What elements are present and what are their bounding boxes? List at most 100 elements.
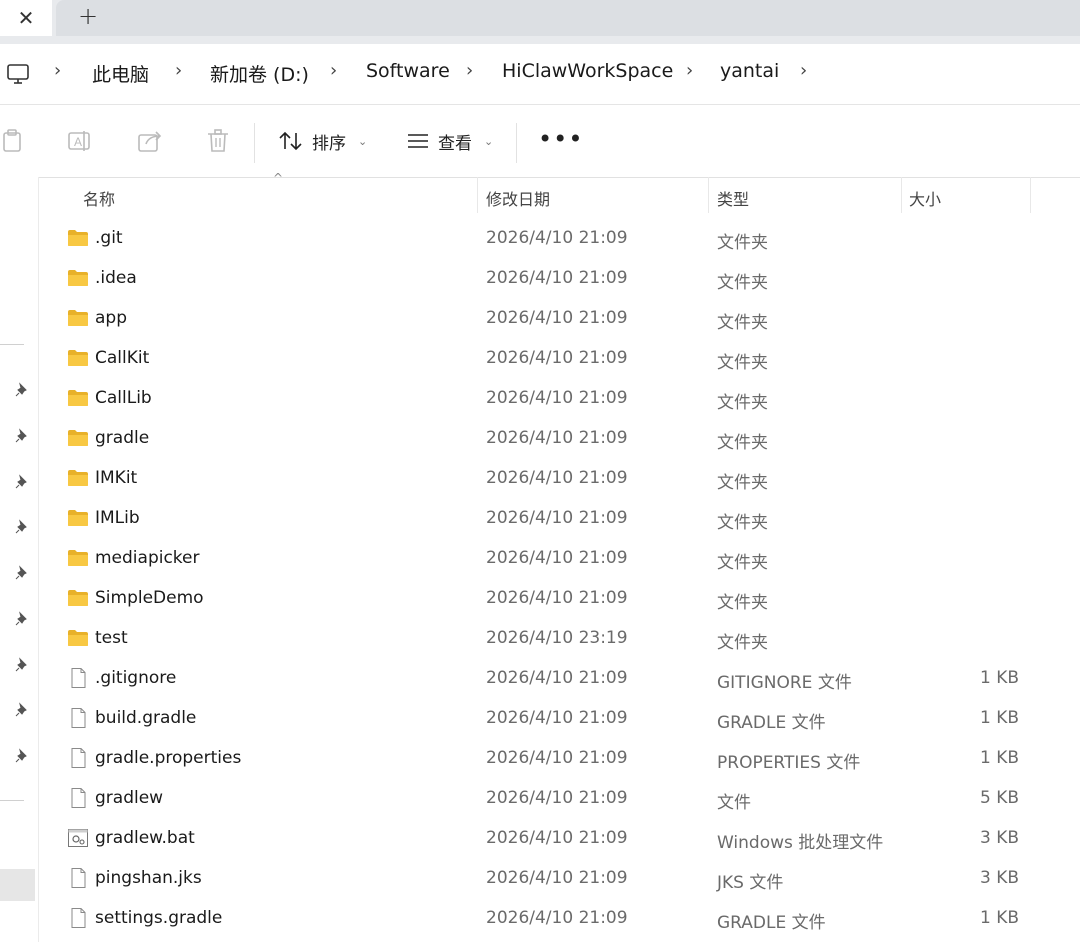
chevron-down-icon: ⌄ xyxy=(358,134,368,148)
navigation-pane xyxy=(0,177,39,942)
breadcrumb-chevron-icon[interactable]: › xyxy=(800,60,807,81)
file-name: app xyxy=(95,308,127,328)
pin-icon[interactable] xyxy=(14,748,30,764)
pin-icon[interactable] xyxy=(14,382,30,398)
breadcrumb-hiclawworkspace[interactable]: HiClawWorkSpace xyxy=(502,60,673,82)
toolbar-divider xyxy=(254,123,255,163)
more-options-button[interactable]: ••• xyxy=(538,125,583,153)
file-type: Windows 批处理文件 xyxy=(717,833,884,853)
close-tab-button[interactable]: ✕ xyxy=(0,0,52,36)
file-row[interactable]: .git 2026/4/10 21:09 文件夹 xyxy=(39,218,1080,258)
column-divider[interactable] xyxy=(901,177,902,213)
file-row[interactable]: IMLib 2026/4/10 21:09 文件夹 xyxy=(39,498,1080,538)
file-type: GRADLE 文件 xyxy=(717,913,826,933)
column-header-date[interactable]: 修改日期 xyxy=(486,186,550,210)
file-name: pingshan.jks xyxy=(95,868,202,888)
folder-icon xyxy=(68,350,88,366)
file-row[interactable]: CallLib 2026/4/10 21:09 文件夹 xyxy=(39,378,1080,418)
file-size: 1 KB xyxy=(979,748,1019,768)
file-row[interactable]: settings.gradle 2026/4/10 21:09 GRADLE 文件 1… xyxy=(39,898,1080,938)
file-name: build.gradle xyxy=(95,708,197,728)
file-modified-date: 2026/4/10 21:09 xyxy=(486,868,628,888)
folder-icon xyxy=(68,470,88,486)
file-row[interactable]: build.gradle 2026/4/10 21:09 GRADLE 文件 1 KB xyxy=(39,698,1080,738)
column-divider[interactable] xyxy=(477,177,478,213)
sort-button[interactable]: 排序 ⌄ xyxy=(278,127,367,155)
pin-icon[interactable] xyxy=(14,702,30,718)
computer-icon[interactable] xyxy=(6,62,30,86)
file-row[interactable]: CallKit 2026/4/10 21:09 文件夹 xyxy=(39,338,1080,378)
file-row[interactable]: app 2026/4/10 21:09 文件夹 xyxy=(39,298,1080,338)
share-icon[interactable] xyxy=(136,127,164,155)
breadcrumb-drive-d[interactable]: 新加卷 (D:) xyxy=(210,60,309,87)
pin-icon[interactable] xyxy=(14,474,30,490)
breadcrumb-this-pc[interactable]: 此电脑 xyxy=(92,60,149,87)
folder-icon xyxy=(68,230,88,246)
chevron-down-icon: ⌄ xyxy=(484,134,494,148)
column-divider[interactable] xyxy=(708,177,709,213)
file-type: 文件夹 xyxy=(717,473,768,493)
file-row[interactable]: .idea 2026/4/10 21:09 文件夹 xyxy=(39,258,1080,298)
rename-icon[interactable]: A xyxy=(66,127,94,155)
paste-icon[interactable] xyxy=(0,127,28,155)
breadcrumb-chevron-icon[interactable]: › xyxy=(54,60,61,81)
breadcrumb-software[interactable]: Software xyxy=(366,60,450,82)
file-modified-date: 2026/4/10 21:09 xyxy=(486,588,628,608)
command-bar: A 排序 ⌄ 查看 ⌄ ••• xyxy=(0,105,1080,178)
file-size: 1 KB xyxy=(979,908,1019,928)
file-row[interactable]: mediapicker 2026/4/10 21:09 文件夹 xyxy=(39,538,1080,578)
file-row[interactable]: IMKit 2026/4/10 21:09 文件夹 xyxy=(39,458,1080,498)
breadcrumb-yantai[interactable]: yantai xyxy=(720,60,779,82)
pin-icon[interactable] xyxy=(14,565,30,581)
file-row[interactable]: gradle 2026/4/10 21:09 文件夹 xyxy=(39,418,1080,458)
pin-icon[interactable] xyxy=(14,428,30,444)
file-modified-date: 2026/4/10 21:09 xyxy=(486,468,628,488)
breadcrumb-chevron-icon[interactable]: › xyxy=(330,60,337,81)
file-name: .idea xyxy=(95,268,137,288)
sort-ascending-icon: ^ xyxy=(273,171,284,185)
file-row[interactable]: gradlew.bat 2026/4/10 21:09 Windows 批处理文件 3… xyxy=(39,818,1080,858)
folder-icon xyxy=(68,550,88,566)
file-row[interactable]: gradle.properties 2026/4/10 21:09 PROPERTI… xyxy=(39,738,1080,778)
pin-icon[interactable] xyxy=(14,657,30,673)
pin-icon[interactable] xyxy=(14,611,30,627)
delete-icon[interactable] xyxy=(204,127,232,155)
file-name: .gitignore xyxy=(95,668,177,688)
file-icon xyxy=(71,708,86,728)
file-modified-date: 2026/4/10 21:09 xyxy=(486,908,628,928)
column-header-type[interactable]: 类型 xyxy=(717,186,749,210)
breadcrumb-chevron-icon[interactable]: › xyxy=(686,60,693,81)
file-modified-date: 2026/4/10 21:09 xyxy=(486,308,628,328)
breadcrumb-chevron-icon[interactable]: › xyxy=(175,60,182,81)
pin-icon[interactable] xyxy=(14,519,30,535)
file-row[interactable]: SimpleDemo 2026/4/10 21:09 文件夹 xyxy=(39,578,1080,618)
new-tab-button[interactable]: + xyxy=(56,0,1080,36)
tab-strip: ✕ + xyxy=(0,0,1080,44)
file-modified-date: 2026/4/10 21:09 xyxy=(486,388,628,408)
file-type: 文件夹 xyxy=(717,313,768,333)
file-row[interactable]: pingshan.jks 2026/4/10 21:09 JKS 文件 3 KB xyxy=(39,858,1080,898)
breadcrumb-chevron-icon[interactable]: › xyxy=(466,60,473,81)
file-row[interactable]: test 2026/4/10 23:19 文件夹 xyxy=(39,618,1080,658)
file-row[interactable]: gradlew 2026/4/10 21:09 文件 5 KB xyxy=(39,778,1080,818)
column-header-name[interactable]: 名称 xyxy=(83,186,115,210)
file-type: 文件夹 xyxy=(717,393,768,413)
file-name: gradlew xyxy=(95,788,164,808)
column-header-size[interactable]: 大小 xyxy=(909,186,941,210)
file-type: 文件 xyxy=(717,793,751,813)
file-name: CallLib xyxy=(95,388,152,408)
folder-icon xyxy=(68,630,88,646)
file-type: 文件夹 xyxy=(717,273,768,293)
nav-selected-item[interactable] xyxy=(0,869,35,901)
column-divider[interactable] xyxy=(1030,177,1031,213)
view-label: 查看 xyxy=(438,133,472,154)
file-row[interactable]: .gitignore 2026/4/10 21:09 GITIGNORE 文件 1 K… xyxy=(39,658,1080,698)
folder-icon xyxy=(68,430,88,446)
file-name: .git xyxy=(95,228,123,248)
file-name: IMLib xyxy=(95,508,140,528)
batch-file-icon xyxy=(68,829,88,847)
folder-icon xyxy=(68,310,88,326)
view-button[interactable]: 查看 ⌄ xyxy=(406,127,493,155)
address-bar[interactable]: › 此电脑 › 新加卷 (D:) › Software › HiClawWork… xyxy=(0,44,1080,105)
file-name: settings.gradle xyxy=(95,908,223,928)
